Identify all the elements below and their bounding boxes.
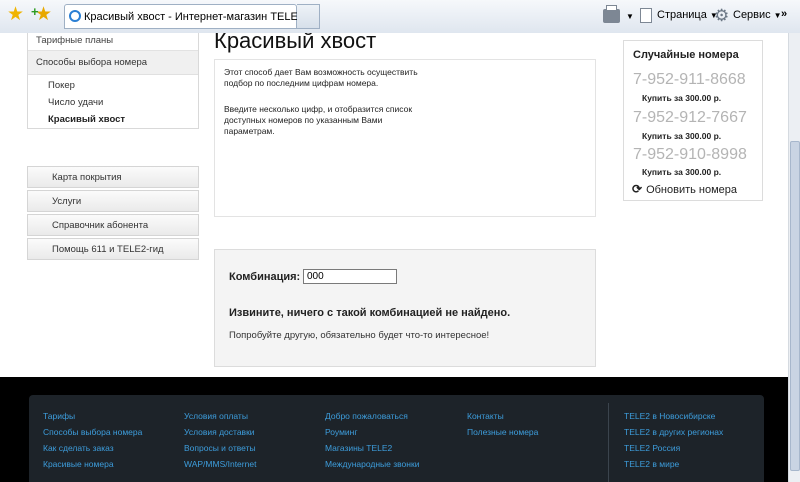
ie-logo-icon <box>69 10 81 22</box>
footer-link[interactable]: Как сделать заказ <box>43 443 114 453</box>
nav-sub-beautiful-tail[interactable]: Красивый хвост <box>48 114 218 125</box>
footer-link[interactable]: TELE2 в мире <box>624 459 679 469</box>
nav-sub-poker[interactable]: Покер <box>48 80 218 91</box>
nav-sub-lucky-number[interactable]: Число удачи <box>48 97 218 108</box>
print-dropdown-arrow[interactable]: ▼ <box>626 12 634 21</box>
buy-number-link[interactable]: Купить за 300.00 р. <box>642 167 721 177</box>
menu-coverage-map[interactable]: Карта покрытия <box>27 166 199 188</box>
page-title: Красивый хвост <box>214 33 377 53</box>
tools-menu-button[interactable]: Сервис ▼ <box>733 9 782 21</box>
favorites-star-icon[interactable]: ★ <box>7 5 24 25</box>
refresh-numbers-button[interactable]: ⟳ Обновить номера <box>632 182 737 196</box>
refresh-numbers-label: Обновить номера <box>646 184 738 196</box>
description-box: Этот способ дает Вам возможность осущест… <box>214 59 596 217</box>
buy-number-link[interactable]: Купить за 300.00 р. <box>642 131 721 141</box>
footer-link[interactable]: WAP/MMS/Internet <box>184 459 256 469</box>
toolbar-overflow-button[interactable]: » <box>781 8 787 20</box>
browser-tab[interactable]: Красивый хвост - Интернет-магазин TELE2 <box>64 4 304 29</box>
footer-link[interactable]: Контакты <box>467 411 504 421</box>
random-number: 7-952-910-8998 <box>633 146 747 163</box>
combination-input[interactable] <box>303 269 397 284</box>
page-menu-label: Страница <box>657 9 707 21</box>
footer-link[interactable]: Магазины TELE2 <box>325 443 392 453</box>
gear-icon: ⚙ <box>714 6 730 25</box>
add-favorite-icon[interactable]: ★ + <box>31 4 52 25</box>
menu-help-611[interactable]: Помощь 611 и TELE2-гид <box>27 238 199 260</box>
footer-link[interactable]: Условия оплаты <box>184 411 248 421</box>
footer-link[interactable]: Вопросы и ответы <box>184 443 256 453</box>
footer-link[interactable]: TELE2 в Новосибирске <box>624 411 715 421</box>
footer-link[interactable]: Тарифы <box>43 411 75 421</box>
browser-toolbar: ★ ★ + Красивый хвост - Интернет-магазин T… <box>0 0 800 34</box>
footer-link[interactable]: TELE2 Россия <box>624 443 680 453</box>
vertical-scrollbar[interactable] <box>788 33 800 482</box>
nav-tariff-plans[interactable]: Тарифные планы <box>28 33 198 51</box>
combination-box: Комбинация: Извините, ничего с такой ком… <box>214 249 596 367</box>
refresh-icon: ⟳ <box>632 182 643 196</box>
new-tab-button[interactable] <box>297 4 320 29</box>
footer-panel: Тарифы Способы выбора номера Как сделать… <box>29 395 764 482</box>
random-numbers-title: Случайные номера <box>633 49 739 61</box>
random-number: 7-952-911-8668 <box>633 71 746 88</box>
left-nav: Тарифные планы Способы выбора номера Пок… <box>27 33 199 129</box>
description-paragraph: Этот способ дает Вам возможность осущест… <box>224 67 418 88</box>
nav-number-selection-ways[interactable]: Способы выбора номера <box>28 51 198 75</box>
no-results-message: Извините, ничего с такой комбинацией не … <box>229 307 511 319</box>
footer-link[interactable]: Условия доставки <box>184 427 255 437</box>
try-again-hint: Попробуйте другую, обязательно будет что… <box>229 330 490 341</box>
combination-label: Комбинация: <box>229 271 301 283</box>
footer-link[interactable]: Международные звонки <box>325 459 419 469</box>
menu-subscriber-guide[interactable]: Справочник абонента <box>27 214 199 236</box>
footer-link[interactable]: Добро пожаловаться <box>325 411 408 421</box>
tab-title: Красивый хвост - Интернет-магазин TELE2 <box>84 11 304 23</box>
footer-link[interactable]: Роуминг <box>325 427 357 437</box>
menu-services[interactable]: Услуги <box>27 190 199 212</box>
printer-icon[interactable] <box>603 5 620 23</box>
footer: Тарифы Способы выбора номера Как сделать… <box>0 377 788 482</box>
footer-link[interactable]: Полезные номера <box>467 427 538 437</box>
tools-menu-label: Сервис <box>733 9 771 21</box>
footer-divider <box>608 403 609 482</box>
footer-link[interactable]: Способы выбора номера <box>43 427 142 437</box>
description-paragraph: Введите несколько цифр, и отобразится сп… <box>224 104 413 136</box>
footer-link[interactable]: Красивые номера <box>43 459 114 469</box>
footer-link[interactable]: TELE2 в других регионах <box>624 427 723 437</box>
buy-number-link[interactable]: Купить за 300.00 р. <box>642 93 721 103</box>
page-icon <box>640 8 652 23</box>
page-viewport: Тарифные планы Способы выбора номера Пок… <box>0 33 788 482</box>
random-numbers-box: Случайные номера 7-952-911-8668 Купить з… <box>623 40 763 201</box>
scrollbar-thumb[interactable] <box>790 141 800 471</box>
page-menu-button[interactable]: Страница ▼ <box>657 9 718 21</box>
left-menu: Карта покрытия Услуги Справочник абонент… <box>27 166 199 262</box>
random-number: 7-952-912-7667 <box>633 109 747 126</box>
